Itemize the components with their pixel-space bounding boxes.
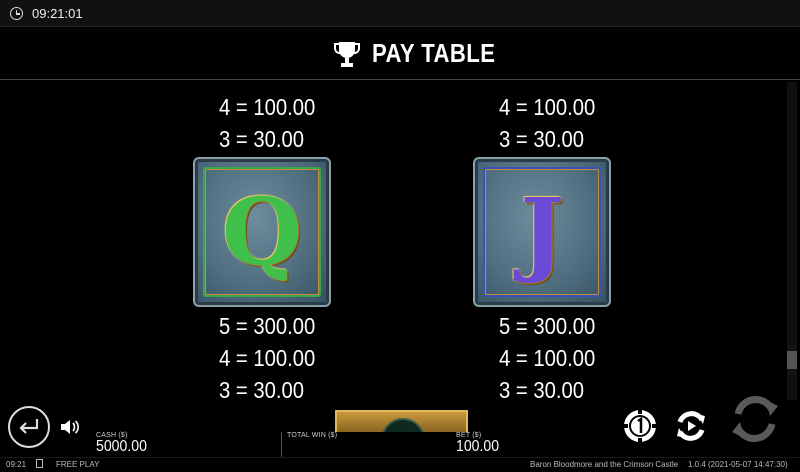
footer-version: 1.0.4 (2021-05-07 14:47:30) <box>688 460 788 469</box>
q-payout-3: 3 = 30.00 <box>219 377 304 403</box>
cash-value: 5000.00 <box>96 438 147 455</box>
footer-bar: 09:21 FREE PLAY Baron Bloodmore and the … <box>0 457 800 472</box>
q-payout-3-top: 3 = 30.00 <box>219 126 304 152</box>
status-time: 09:21:01 <box>32 6 83 21</box>
q-payout-4-top: 4 = 100.00 <box>219 94 316 120</box>
symbol-letter-q: Q <box>221 178 303 286</box>
q-payout-4: 4 = 100.00 <box>219 345 316 371</box>
q-payout-5: 5 = 300.00 <box>219 313 316 339</box>
footer-time: 09:21 <box>6 460 27 469</box>
next-symbol-card-partial <box>335 410 468 432</box>
symbol-letter-j: J <box>520 178 564 286</box>
j-payout-3: 3 = 30.00 <box>499 377 584 403</box>
j-payout-4-top: 4 = 100.00 <box>499 94 596 120</box>
j-payout-4: 4 = 100.00 <box>499 345 596 371</box>
status-bar: 09:21:01 <box>0 0 800 27</box>
spin-icon[interactable] <box>728 392 782 446</box>
bet-coin-icon[interactable] <box>622 408 658 444</box>
paytable-header: PAY TABLE <box>0 28 800 80</box>
history-icon[interactable] <box>36 459 43 468</box>
clock-icon <box>10 7 23 20</box>
footer-game-name: Baron Bloodmore and the Crimson Castle <box>530 460 679 469</box>
j-payout-5: 5 = 300.00 <box>499 313 596 339</box>
symbol-card-q: Q <box>193 157 331 307</box>
j-payout-3-top: 3 = 30.00 <box>499 126 584 152</box>
bet-value: 100.00 <box>456 438 500 455</box>
sound-toggle-icon[interactable] <box>59 418 81 436</box>
trophy-icon <box>334 42 360 67</box>
footer-mode: FREE PLAY <box>56 460 100 469</box>
back-button[interactable] <box>8 406 50 448</box>
scrollbar-thumb[interactable] <box>787 351 797 369</box>
autoplay-icon[interactable] <box>673 408 709 444</box>
symbol-card-j: J <box>473 157 611 307</box>
total-win-label: TOTAL WIN ($) <box>287 432 338 439</box>
page-title: PAY TABLE <box>372 38 496 68</box>
return-arrow-icon <box>19 419 39 434</box>
